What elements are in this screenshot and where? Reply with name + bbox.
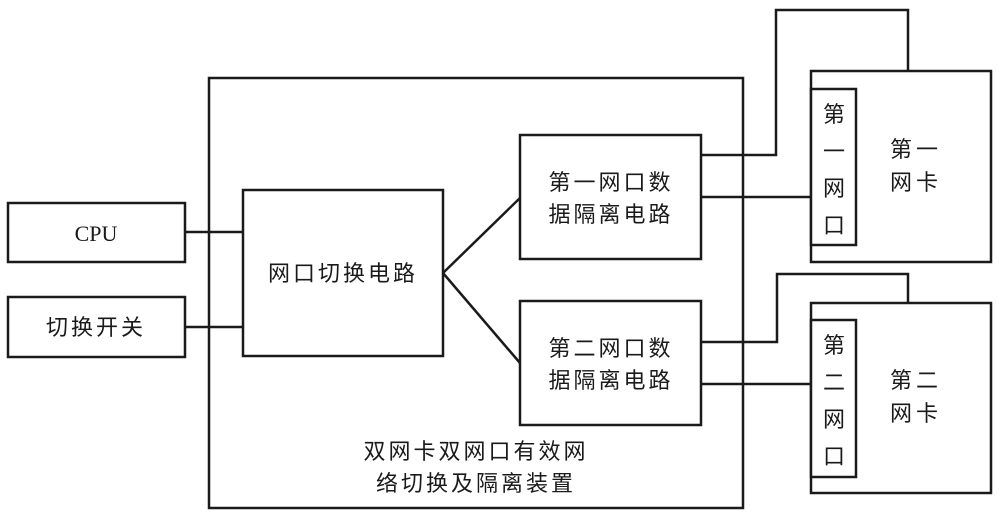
port-1-char: 一 [823,140,845,165]
port-switch-circuit-block: 网口切换电路 [241,188,445,358]
port-1-char: 第 [823,103,845,128]
device-label-line-1: 双网卡双网口有效网 [363,440,588,465]
port-switch-circuit-label: 网口切换电路 [268,262,418,287]
isolation-1-label-line-1: 第一网口数 [548,171,673,196]
port-1-char: 口 [823,214,845,239]
port-2-char: 第 [823,334,845,359]
cpu-label: CPU [75,221,118,246]
port-2-char: 二 [823,371,845,396]
cpu-block: CPU [6,201,187,264]
port-2-char: 口 [823,445,845,470]
isolation-1-block: 第一网口数 据隔离电路 [518,133,703,261]
switch-label: 切换开关 [46,316,146,341]
isolation-2-label-line-2: 据隔离电路 [548,369,673,394]
nic-1-label-line-1: 第一 [890,138,942,163]
block-diagram: CPU 切换开关 网口切换电路 第一网口数 据隔离电路 第二网口数 据隔离电路 … [6,8,993,510]
isolation-2-block: 第二网口数 据隔离电路 [518,299,703,427]
nic-2-label-line-1: 第二 [890,369,942,394]
isolation-1-label-line-2: 据隔离电路 [548,203,673,228]
device-label-line-2: 络切换及隔离装置 [376,472,576,497]
nic-1-label-line-2: 网卡 [890,171,942,196]
port-1-char: 网 [823,177,845,202]
isolation-2-label-line-1: 第二网口数 [548,337,673,362]
port-1-block: 第 一 网 口 [809,87,858,247]
port-2-char: 网 [823,408,845,433]
diagram-canvas: CPU 切换开关 网口切换电路 第一网口数 据隔离电路 第二网口数 据隔离电路 … [0,0,1000,518]
switch-block: 切换开关 [6,295,187,359]
port-2-block: 第 二 网 口 [809,318,858,479]
nic-2-label-line-2: 网卡 [890,402,942,427]
